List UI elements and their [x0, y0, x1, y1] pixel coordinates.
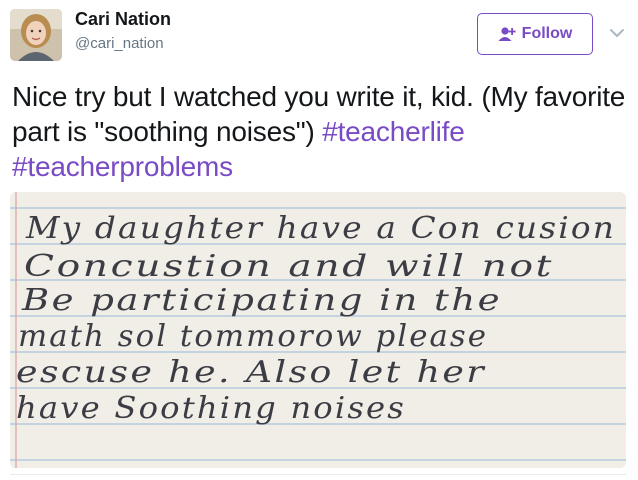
tweet-body: Nice try but I watched you write it, kid… — [12, 81, 626, 147]
add-user-icon — [498, 26, 516, 42]
tweet-text: Nice try but I watched you write it, kid… — [12, 79, 632, 184]
avatar[interactable] — [10, 9, 62, 61]
author-handle[interactable]: @cari_nation — [75, 35, 164, 52]
handwriting-line-6: have Soothing noises — [16, 391, 406, 426]
tweet-photo[interactable]: My daughter have a Con cusion Concustion… — [10, 192, 626, 468]
handwriting-line-5: escuse he. Also let her — [16, 355, 486, 390]
handwriting-line-4: math sol tommorow please — [18, 319, 488, 354]
handwriting-line-3: Be participating in the — [21, 283, 502, 318]
follow-button[interactable]: Follow — [477, 13, 593, 55]
divider — [10, 474, 626, 475]
hashtag-teacherlife[interactable]: #teacherlife — [322, 116, 465, 147]
chevron-down-icon[interactable] — [608, 26, 626, 40]
handwriting-line-2: Concustion and will not — [24, 249, 554, 284]
author-name[interactable]: Cari Nation — [75, 9, 171, 30]
follow-label: Follow — [521, 25, 573, 42]
hashtag-teacherproblems[interactable]: #teacherproblems — [12, 151, 233, 182]
handwriting-line-1: My daughter have a Con cusion — [25, 211, 616, 246]
